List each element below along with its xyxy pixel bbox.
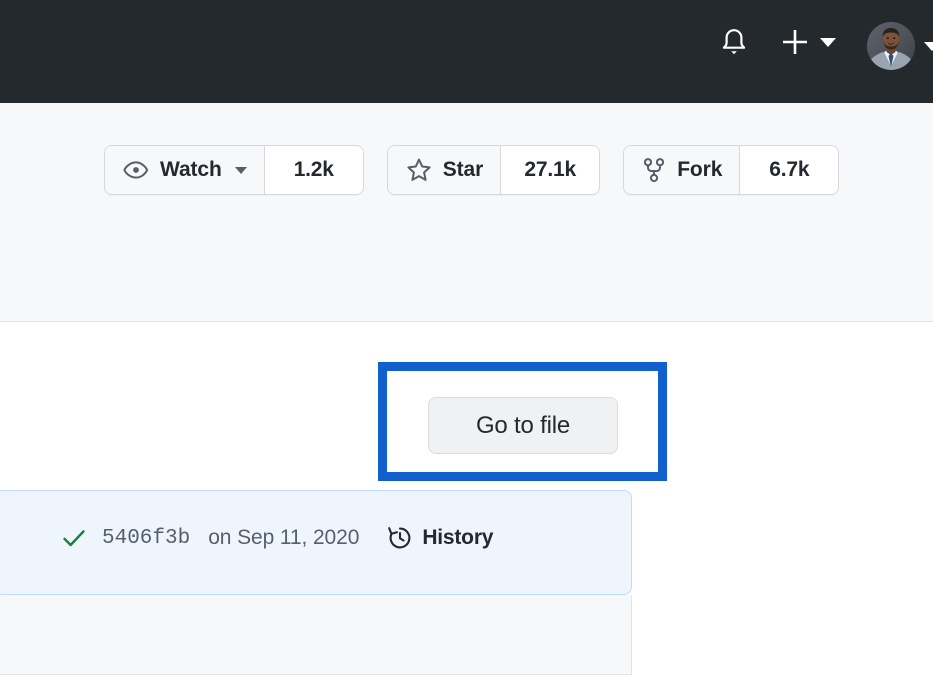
star-button-group: Star 27.1k	[387, 145, 600, 195]
star-count[interactable]: 27.1k	[500, 146, 599, 194]
chevron-down-icon	[235, 167, 247, 174]
check-icon	[61, 525, 87, 551]
watch-button-group: Watch 1.2k	[104, 145, 364, 195]
latest-commit-details: 5406f3b on Sep 11, 2020 History	[61, 525, 493, 551]
fork-label: Fork	[677, 158, 722, 182]
plus-icon	[780, 27, 810, 57]
create-new-button[interactable]	[780, 27, 836, 57]
watch-label: Watch	[160, 158, 222, 182]
history-clock-icon	[387, 525, 413, 551]
latest-commit-bar: 5406f3b on Sep 11, 2020 History	[0, 490, 632, 595]
chevron-down-icon	[924, 42, 933, 51]
star-button[interactable]: Star	[388, 146, 500, 194]
commit-date: on Sep 11, 2020	[208, 526, 359, 550]
go-to-file-button[interactable]: Go to file	[428, 397, 618, 454]
avatar	[867, 22, 915, 70]
repo-content: Go to file 5406f3b on Sep 11, 2020	[0, 322, 933, 665]
repo-action-buttons: Watch 1.2k Star 27.1k	[104, 145, 839, 195]
page-root: Watch 1.2k Star 27.1k	[0, 0, 933, 665]
fork-icon	[642, 157, 666, 183]
history-link[interactable]: History	[387, 525, 493, 551]
bell-icon	[719, 27, 749, 59]
star-icon	[406, 157, 432, 183]
fork-count[interactable]: 6.7k	[739, 146, 838, 194]
commit-sha[interactable]: 5406f3b	[102, 527, 190, 550]
fork-button-group: Fork 6.7k	[623, 145, 839, 195]
file-list-container	[0, 595, 632, 675]
notifications-button[interactable]	[716, 25, 752, 61]
eye-icon	[123, 159, 149, 181]
watch-count[interactable]: 1.2k	[264, 146, 363, 194]
fork-button[interactable]: Fork	[624, 146, 739, 194]
repo-subheader: Watch 1.2k Star 27.1k	[0, 103, 933, 322]
account-menu-button[interactable]	[867, 22, 933, 70]
watch-button[interactable]: Watch	[105, 146, 264, 194]
star-label: Star	[443, 158, 483, 182]
chevron-down-icon	[820, 38, 836, 47]
history-label: History	[422, 526, 493, 550]
global-header	[0, 0, 933, 103]
